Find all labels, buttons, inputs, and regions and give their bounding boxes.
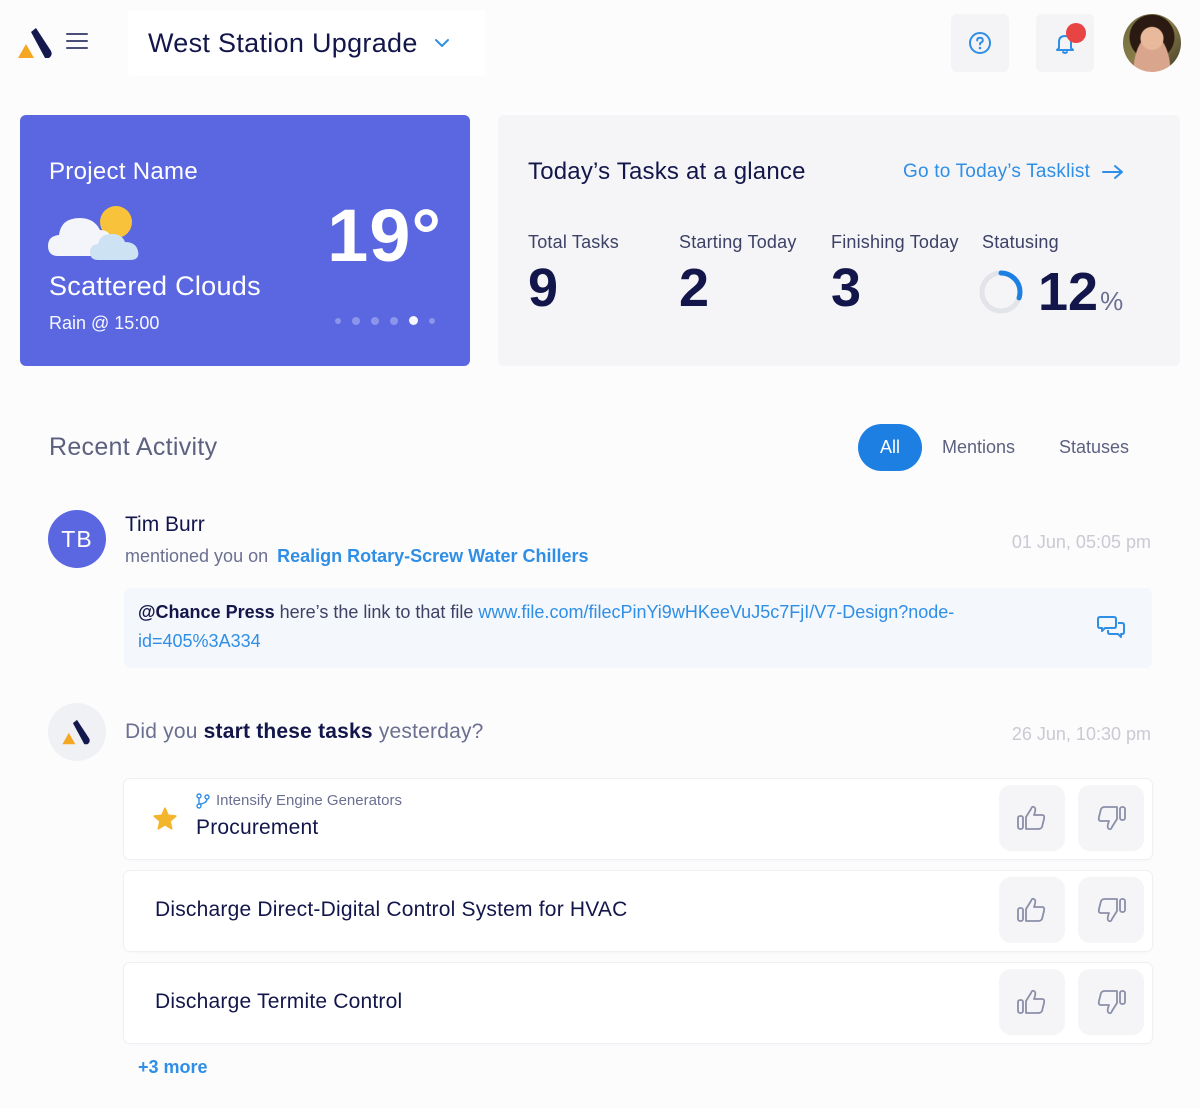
stat-total-tasks: Total Tasks 9 <box>528 232 619 315</box>
thumbs-down-button[interactable] <box>1078 785 1144 851</box>
statusing-percent: 12% <box>1038 265 1123 328</box>
percent-sign: % <box>1100 286 1124 316</box>
activity-target-link[interactable]: Realign Rotary-Screw Water Chillers <box>277 546 588 566</box>
weather-condition: Scattered Clouds <box>49 271 261 301</box>
carousel-dot[interactable] <box>352 316 360 325</box>
user-initials-avatar[interactable]: TB <box>48 510 106 568</box>
thumbs-down-icon <box>1097 990 1126 1015</box>
help-circle-icon <box>969 32 991 54</box>
partly-cloudy-icon <box>48 206 139 260</box>
activity-description: mentioned you on Realign Rotary-Screw Wa… <box>125 546 589 567</box>
project-selector[interactable]: West Station Upgrade <box>128 10 486 76</box>
activity-timestamp: 26 Jun, 10:30 pm <box>1011 724 1151 744</box>
project-title: West Station Upgrade <box>148 27 418 58</box>
thumbs-down-icon <box>1097 806 1126 831</box>
stat-label: Starting Today <box>679 232 797 252</box>
user-avatar[interactable] <box>1123 14 1181 72</box>
help-button[interactable] <box>951 14 1009 72</box>
stat-value: 3 <box>831 258 862 318</box>
app-avatar <box>48 703 106 761</box>
comment-text: @Chance Press here’s the link to that fi… <box>138 598 1018 656</box>
stat-finishing-today: Finishing Today 3 <box>831 232 959 315</box>
question-prefix: Did you <box>125 720 204 743</box>
tasks-heading: Today’s Tasks at a glance <box>528 158 806 185</box>
thumbs-up-button[interactable] <box>999 785 1065 851</box>
task-card[interactable]: Discharge Direct-Digital Control System … <box>124 871 1152 951</box>
filter-tab-all[interactable]: All <box>858 424 922 471</box>
app-logo-icon <box>62 719 90 745</box>
thumbs-down-icon <box>1097 898 1126 923</box>
stat-starting-today: Starting Today 2 <box>679 232 797 315</box>
activity-question: Did you start these tasks yesterday? <box>125 720 484 744</box>
chat-bubbles-icon[interactable] <box>1097 614 1125 640</box>
task-name: Discharge Direct-Digital Control System … <box>155 898 628 921</box>
star-icon[interactable] <box>152 806 178 832</box>
task-parent-name: Intensify Engine Generators <box>216 792 402 809</box>
task-parent: Intensify Engine Generators <box>196 792 402 809</box>
hamburger-menu-icon[interactable] <box>66 33 88 51</box>
go-to-tasklist-link[interactable]: Go to Today’s Tasklist <box>903 161 1124 183</box>
carousel-dot[interactable] <box>335 317 341 324</box>
app-logo[interactable] <box>18 27 54 59</box>
weather-forecast: Rain @ 15:00 <box>49 313 160 333</box>
carousel-dot[interactable] <box>371 316 379 325</box>
progress-ring <box>979 270 1023 314</box>
notification-badge <box>1066 23 1086 43</box>
carousel-dot-active[interactable] <box>409 316 418 325</box>
stat-label: Total Tasks <box>528 232 619 252</box>
stat-value: 2 <box>679 258 710 318</box>
project-label: Project Name <box>49 158 198 185</box>
question-suffix: yesterday? <box>372 720 484 743</box>
comment-box: @Chance Press here’s the link to that fi… <box>124 588 1152 668</box>
comment-mention[interactable]: @Chance Press <box>138 602 275 622</box>
stat-statusing: Statusing <box>982 232 1059 253</box>
activity-action: mentioned you on <box>125 546 269 566</box>
arrow-right-icon <box>1102 165 1124 179</box>
recent-activity-title: Recent Activity <box>49 433 218 461</box>
carousel-dot[interactable] <box>390 316 398 325</box>
comment-body: here’s the link to that file <box>274 602 479 622</box>
task-card[interactable]: Intensify Engine Generators Procurement <box>124 779 1152 859</box>
branch-icon <box>196 792 210 809</box>
stat-value: 9 <box>528 258 559 318</box>
chevron-down-icon <box>434 39 449 48</box>
notifications-button[interactable] <box>1036 14 1094 72</box>
thumbs-down-button[interactable] <box>1078 877 1144 943</box>
question-emphasis: start these tasks <box>203 720 373 743</box>
percent-value: 12 <box>1038 262 1099 322</box>
stat-label: Finishing Today <box>831 232 959 252</box>
thumbs-up-button[interactable] <box>999 969 1065 1035</box>
thumbs-up-icon <box>1017 989 1046 1014</box>
activity-timestamp: 01 Jun, 05:05 pm <box>1011 532 1151 552</box>
thumbs-up-button[interactable] <box>999 877 1065 943</box>
task-name: Discharge Termite Control <box>155 990 403 1013</box>
carousel-dots <box>335 316 435 325</box>
temperature: 19° <box>327 194 442 277</box>
thumbs-up-icon <box>1017 897 1046 922</box>
thumbs-up-icon <box>1017 805 1046 830</box>
weather-card: Project Name 19° Scattered Clouds Rain @… <box>20 115 470 366</box>
stat-label: Statusing <box>982 232 1059 252</box>
thumbs-down-button[interactable] <box>1078 969 1144 1035</box>
filter-tab-mentions[interactable]: Mentions <box>942 424 1015 471</box>
activity-user-name[interactable]: Tim Burr <box>125 513 205 537</box>
todays-tasks-card: Today’s Tasks at a glance Go to Today’s … <box>498 115 1180 366</box>
carousel-dot[interactable] <box>429 317 435 324</box>
task-card[interactable]: Discharge Termite Control <box>124 963 1152 1043</box>
filter-tab-statuses[interactable]: Statuses <box>1059 424 1129 471</box>
task-name: Procurement <box>196 816 319 839</box>
tasklist-link-label: Go to Today’s Tasklist <box>903 161 1091 182</box>
show-more-link[interactable]: +3 more <box>138 1057 208 1078</box>
